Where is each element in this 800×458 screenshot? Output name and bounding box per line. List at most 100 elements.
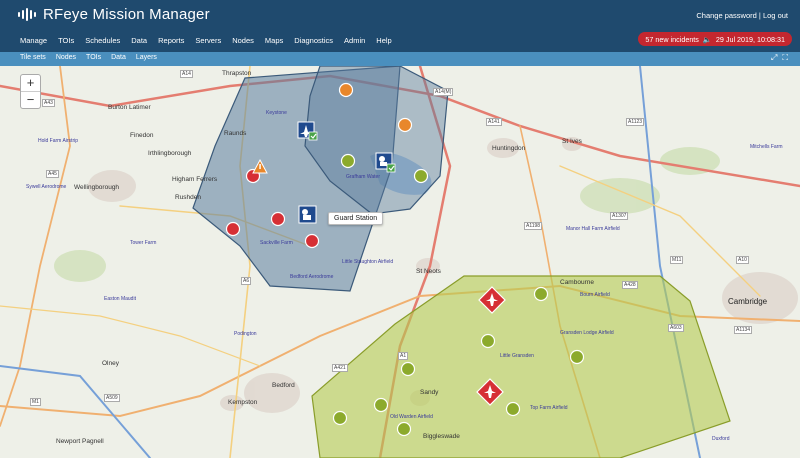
node-ok[interactable] bbox=[340, 153, 356, 169]
place-label: Irthlingborough bbox=[148, 150, 192, 157]
nav-admin[interactable]: Admin bbox=[344, 36, 365, 45]
node-ok[interactable] bbox=[413, 168, 429, 184]
road-label: A428 bbox=[622, 281, 638, 289]
node-alert[interactable] bbox=[270, 211, 286, 227]
road-label: A43 bbox=[42, 99, 55, 107]
nav-nodes[interactable]: Nodes bbox=[232, 36, 254, 45]
road-label: A141 bbox=[486, 118, 502, 126]
node-ok[interactable] bbox=[400, 361, 416, 377]
place-label: Biggleswade bbox=[423, 433, 460, 440]
app-logo[interactable]: RFeye Mission Manager bbox=[18, 6, 210, 23]
alert-datetime: 29 Jul 2019, 10:08:31 bbox=[715, 34, 785, 44]
place-label: Huntingdon bbox=[492, 145, 526, 152]
small-place-label: Manor Hall Farm Airfield bbox=[566, 226, 620, 232]
road-label: A1 bbox=[398, 352, 409, 360]
nav-schedules[interactable]: Schedules bbox=[85, 36, 120, 45]
node-warning[interactable] bbox=[338, 82, 354, 98]
change-password-link[interactable]: Change password bbox=[696, 11, 756, 20]
subnav-tile-sets[interactable]: Tile sets bbox=[20, 54, 46, 61]
nav-manage[interactable]: Manage bbox=[20, 36, 47, 45]
place-label: Raunds bbox=[224, 130, 247, 137]
subnav-layers[interactable]: Layers bbox=[136, 54, 157, 61]
speaker-icon: 🔈 bbox=[702, 34, 712, 44]
place-label: Thrapston bbox=[222, 70, 252, 77]
road-label: A10 bbox=[736, 256, 749, 264]
small-place-label: Top Farm Airfield bbox=[530, 405, 568, 411]
zoom-control: + − bbox=[20, 74, 41, 109]
node-ok[interactable] bbox=[533, 286, 549, 302]
small-place-label: Bourn Airfield bbox=[580, 292, 610, 298]
place-label: Cambridge bbox=[728, 297, 768, 306]
logout-link[interactable]: Log out bbox=[763, 11, 788, 20]
map-view-controls: ⤢ ⛶ bbox=[771, 53, 788, 63]
small-place-label: Little Staughton Airfield bbox=[342, 259, 394, 265]
small-place-label: Old Warden Airfield bbox=[390, 414, 433, 420]
road-label: M11 bbox=[670, 256, 684, 264]
map-tooltip: Guard Station bbox=[328, 212, 384, 225]
road-label: A1307 bbox=[610, 212, 629, 220]
map-subnav: Tile sets Nodes TOIs Data Layers bbox=[20, 54, 157, 61]
incidents-count: 57 new incidents bbox=[645, 34, 699, 44]
place-label: Kempston bbox=[228, 399, 258, 406]
subnav-tois[interactable]: TOIs bbox=[86, 54, 101, 61]
road-label: A421 bbox=[332, 364, 348, 372]
place-label: Wellingborough bbox=[74, 184, 120, 191]
node-alert[interactable] bbox=[225, 221, 241, 237]
node-ok[interactable] bbox=[569, 349, 585, 365]
place-label: Olney bbox=[102, 360, 119, 367]
road-label: A1123 bbox=[626, 118, 645, 126]
place-label: St Ives bbox=[562, 138, 582, 145]
place-label: Grafham Water bbox=[346, 174, 380, 180]
place-label: St Neots bbox=[416, 268, 441, 275]
zoom-in-button[interactable]: + bbox=[21, 75, 40, 91]
aircraft-icon[interactable] bbox=[297, 121, 318, 141]
nav-reports[interactable]: Reports bbox=[158, 36, 184, 45]
road-label: A509 bbox=[104, 394, 120, 402]
place-label: Cambourne bbox=[560, 279, 594, 286]
nav-data[interactable]: Data bbox=[131, 36, 147, 45]
nav-help[interactable]: Help bbox=[376, 36, 391, 45]
share-icon[interactable]: ⤢ bbox=[771, 53, 777, 63]
nav-servers[interactable]: Servers bbox=[195, 36, 221, 45]
place-label: Higham Ferrers bbox=[172, 176, 218, 183]
road-label: A45 bbox=[46, 170, 59, 178]
user-links: Change password | Log out bbox=[696, 11, 788, 20]
road-label: A14(M) bbox=[433, 88, 454, 96]
small-place-label: Bedford Aerodrome bbox=[290, 274, 334, 280]
node-ok[interactable] bbox=[505, 401, 521, 417]
node-warning[interactable] bbox=[397, 117, 413, 133]
small-place-label: Podington bbox=[234, 331, 257, 337]
place-label: Newport Pagnell bbox=[56, 438, 104, 445]
road-label: A6 bbox=[241, 277, 252, 285]
node-ok[interactable] bbox=[480, 333, 496, 349]
subnav-nodes[interactable]: Nodes bbox=[56, 54, 76, 61]
place-label: Rushden bbox=[175, 194, 202, 201]
place-label: Bedford bbox=[272, 382, 295, 389]
map-subheader: Tile sets Nodes TOIs Data Layers ⤢ ⛶ bbox=[0, 52, 800, 66]
place-label: Sandy bbox=[420, 389, 439, 396]
road-label: A1198 bbox=[524, 222, 543, 230]
small-place-label: Tower Farm bbox=[130, 240, 157, 246]
small-place-label: Sackville Farm bbox=[260, 240, 293, 246]
nav-tois[interactable]: TOIs bbox=[58, 36, 74, 45]
small-place-label: Mitchells Farm bbox=[750, 144, 783, 150]
subnav-data[interactable]: Data bbox=[111, 54, 126, 61]
zoom-out-button[interactable]: − bbox=[21, 91, 40, 108]
nav-diagnostics[interactable]: Diagnostics bbox=[294, 36, 333, 45]
node-ok[interactable] bbox=[332, 410, 348, 426]
radio-icon[interactable] bbox=[375, 152, 396, 173]
small-place-label: Sywell Aerodrome bbox=[26, 184, 67, 190]
road-label: A603 bbox=[668, 324, 684, 332]
road-label: A14 bbox=[180, 70, 193, 78]
incidents-alert[interactable]: 57 new incidents 🔈 29 Jul 2019, 10:08:31 bbox=[638, 32, 792, 46]
road-label: A1134 bbox=[734, 326, 753, 334]
node-ok[interactable] bbox=[396, 421, 412, 437]
guard-station-icon[interactable] bbox=[298, 205, 317, 224]
fullscreen-icon[interactable]: ⛶ bbox=[782, 53, 788, 63]
place-label: Burton Latimer bbox=[108, 104, 151, 111]
small-place-label: Gransden Lodge Airfield bbox=[560, 330, 614, 336]
node-ok[interactable] bbox=[373, 397, 389, 413]
small-place-label: Duxford bbox=[712, 436, 730, 442]
node-alert[interactable] bbox=[304, 233, 320, 249]
nav-maps[interactable]: Maps bbox=[265, 36, 283, 45]
